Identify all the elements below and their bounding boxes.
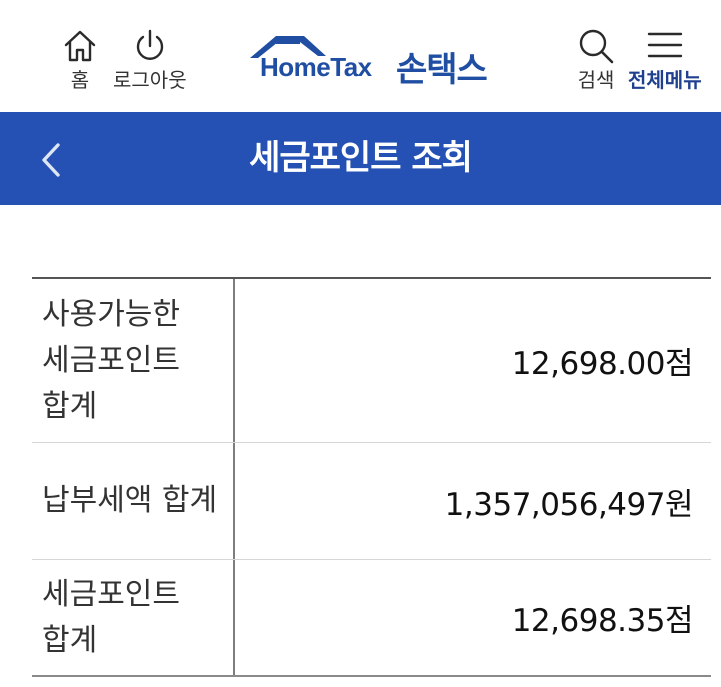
table-row: 사용가능한 세금포인트 합계 12,698.00점 xyxy=(32,279,711,443)
row-value: 12,698.35점 xyxy=(511,603,694,639)
hometax-logo[interactable]: HomeTax 손택스 xyxy=(248,30,508,90)
home-label: 홈 xyxy=(70,68,90,92)
power-icon xyxy=(136,29,163,60)
page-title: 세금포인트 조회 xyxy=(249,138,473,178)
full-menu-label: 전체메뉴 xyxy=(628,68,702,92)
full-menu-button[interactable]: 전체메뉴 xyxy=(628,26,702,92)
logo-text-ko: 손택스 xyxy=(396,50,488,90)
home-icon xyxy=(64,30,96,62)
top-header: 홈 로그아웃 HomeTax 손택스 검색 전체메뉴 xyxy=(0,0,721,112)
tax-point-summary-table: 사용가능한 세금포인트 합계 12,698.00점 납부세액 합계 1,357,… xyxy=(32,277,711,677)
logo-text-en: HomeTax xyxy=(260,52,372,82)
home-button[interactable]: 홈 xyxy=(60,26,100,92)
table-row: 세금포인트 합계 12,698.35점 xyxy=(32,560,711,677)
search-button[interactable]: 검색 xyxy=(574,26,618,92)
back-button[interactable] xyxy=(36,142,64,178)
table-row: 납부세액 합계 1,357,056,497원 xyxy=(32,443,711,560)
hamburger-menu-icon xyxy=(647,32,682,58)
row-value: 12,698.00점 xyxy=(511,346,694,382)
chevron-left-icon xyxy=(42,143,60,177)
row-value: 1,357,056,497원 xyxy=(444,486,694,523)
row-label: 사용가능한 세금포인트 합계 xyxy=(32,279,235,442)
logout-button[interactable]: 로그아웃 xyxy=(113,26,187,92)
row-label: 세금포인트 합계 xyxy=(32,560,235,675)
search-icon xyxy=(579,29,614,64)
row-label: 납부세액 합계 xyxy=(32,443,235,559)
title-bar: 세금포인트 조회 xyxy=(0,112,721,205)
search-label: 검색 xyxy=(577,68,615,92)
logout-label: 로그아웃 xyxy=(113,68,187,92)
